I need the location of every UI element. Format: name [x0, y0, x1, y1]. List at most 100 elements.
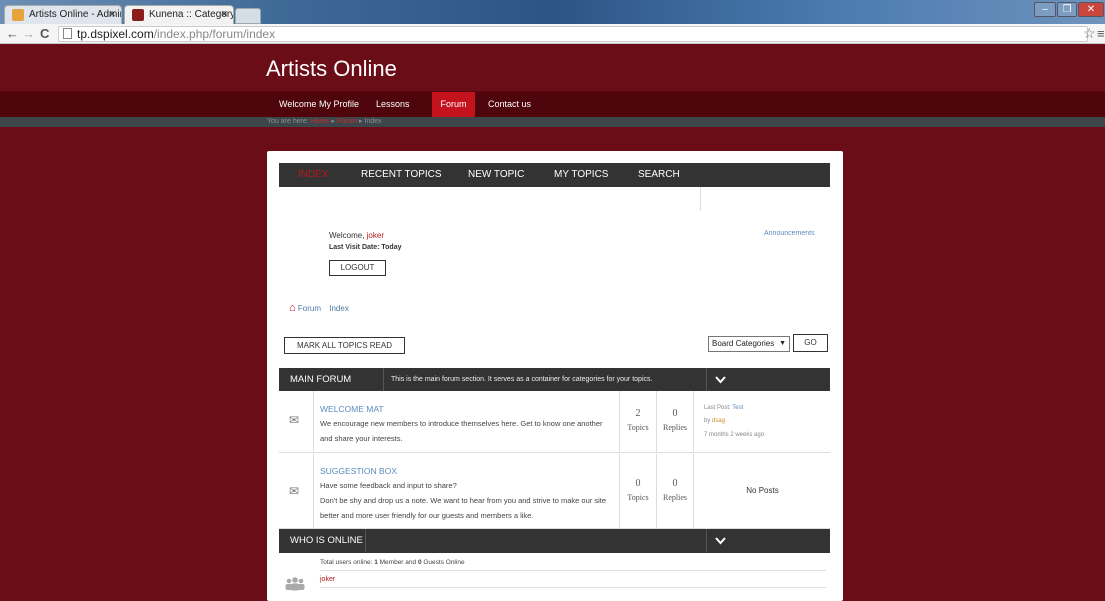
- logout-button[interactable]: LOGOUT: [329, 260, 386, 276]
- forward-arrow-icon[interactable]: →: [22, 26, 35, 41]
- summary-suffix: Guests Online: [421, 559, 465, 566]
- category-description: Have some feedback and input to share? D…: [320, 478, 610, 523]
- last-visit-date: Last Visit Date: Today: [329, 244, 402, 251]
- replies-count-cell: 0 Replies: [656, 391, 693, 452]
- last-post-cell: No Posts: [693, 454, 830, 528]
- topics-count: 2: [635, 408, 641, 419]
- minimize-button[interactable]: –: [1034, 2, 1056, 17]
- page-icon: [63, 28, 72, 39]
- last-post-prefix: Last Post:: [704, 405, 733, 411]
- summary-prefix: Total users online:: [320, 559, 375, 566]
- dropdown-arrow-icon: ▼: [779, 340, 786, 347]
- topics-label: Topics: [627, 493, 649, 502]
- url-path: /index.php/forum/index: [153, 27, 276, 41]
- bookmark-star-icon[interactable]: ☆: [1083, 25, 1096, 42]
- replies-label: Replies: [663, 493, 687, 502]
- nav-lessons[interactable]: Lessons: [368, 92, 418, 117]
- nav-forum[interactable]: Forum: [432, 92, 475, 117]
- browser-tab-admin[interactable]: Artists Online - Administr ✕: [4, 5, 122, 24]
- who-is-online-body: Total users online: 1 Member and 0 Guest…: [279, 553, 830, 594]
- forum-menu: INDEX RECENT TOPICS NEW TOPIC MY TOPICS …: [279, 163, 830, 187]
- url-host: tp.dspixel.com: [77, 27, 154, 41]
- section-title[interactable]: WHO IS ONLINE: [290, 529, 363, 552]
- forum-menu-my-topics[interactable]: MY TOPICS: [554, 163, 608, 187]
- category-title-link[interactable]: WELCOME MAT: [320, 404, 384, 414]
- last-post-cell: Last Post: Test by dsag 7 months 2 weeks…: [693, 391, 830, 452]
- topics-count-cell: 2 Topics: [619, 391, 656, 452]
- nav-contact-us[interactable]: Contact us: [480, 92, 539, 117]
- breadcrumb-separator: ▸: [359, 118, 363, 125]
- username-link[interactable]: joker: [367, 231, 384, 240]
- divider: [320, 587, 826, 588]
- online-user-link[interactable]: joker: [320, 576, 335, 583]
- forum-menu-recent-topics[interactable]: RECENT TOPICS: [361, 163, 442, 187]
- replies-count: 0: [672, 478, 678, 489]
- topics-count-cell: 0 Topics: [619, 454, 656, 528]
- welcome-prefix: Welcome,: [329, 231, 367, 240]
- forum-menu-index[interactable]: INDEX: [298, 163, 329, 187]
- users-icon: [285, 577, 305, 594]
- nav-my-profile[interactable]: My Profile: [311, 92, 367, 117]
- description-line: We encourage new members to introduce th…: [320, 419, 603, 428]
- forum-panel: INDEX RECENT TOPICS NEW TOPIC MY TOPICS …: [267, 151, 843, 601]
- browser-tabbar: Artists Online - Administr ✕ Kunena :: C…: [0, 0, 1105, 24]
- replies-count-cell: 0 Replies: [656, 454, 693, 528]
- section-title[interactable]: MAIN FORUM: [290, 368, 351, 391]
- mark-all-topics-read-button[interactable]: MARK ALL TOPICS READ: [284, 337, 405, 354]
- home-icon[interactable]: ⌂: [289, 302, 296, 314]
- mail-icon: ✉: [289, 413, 300, 427]
- breadcrumb-prefix: You are here:: [267, 118, 309, 125]
- announcements-link[interactable]: Announcements: [764, 230, 815, 237]
- no-posts-text: No Posts: [746, 486, 779, 495]
- close-window-button[interactable]: ✕: [1078, 2, 1104, 17]
- description-line: Have some feedback and input to share?: [320, 481, 457, 490]
- site-breadcrumb-bar: You are here: Home ▸ Forum ▸ Index: [0, 117, 1105, 127]
- breadcrumb-index-link[interactable]: Index: [329, 304, 349, 313]
- section-divider: [365, 529, 366, 552]
- forum-menu-new-topic[interactable]: NEW TOPIC: [468, 163, 524, 187]
- breadcrumb-home-link[interactable]: Home: [311, 118, 330, 125]
- new-tab-button[interactable]: [235, 8, 261, 24]
- forum-menu-search[interactable]: SEARCH: [638, 163, 680, 187]
- by-prefix: by: [704, 418, 713, 424]
- browser-toolbar: ← → C tp.dspixel.com/index.php/forum/ind…: [0, 24, 1105, 44]
- back-arrow-icon[interactable]: ←: [6, 26, 19, 41]
- breadcrumb-forum-link[interactable]: Forum: [337, 118, 357, 125]
- browser-menu-icon[interactable]: ≡: [1097, 26, 1105, 41]
- reload-icon[interactable]: C: [40, 26, 49, 41]
- site-breadcrumb: You are here: Home ▸ Forum ▸ Index: [267, 117, 382, 127]
- section-description: This is the main forum section. It serve…: [383, 368, 652, 391]
- address-bar-input[interactable]: tp.dspixel.com/index.php/forum/index: [58, 26, 1088, 42]
- last-post-line: Last Post: Test: [704, 405, 743, 411]
- author-link[interactable]: dsag: [712, 418, 725, 424]
- category-title-link[interactable]: SUGGESTION BOX: [320, 466, 397, 476]
- last-post-time: 7 months 2 weeks ago: [704, 432, 765, 438]
- welcome-text: Welcome, joker: [329, 231, 384, 240]
- topics-label: Topics: [627, 423, 649, 432]
- menu-divider: [700, 187, 701, 211]
- description-line: better and more user friendly for our gu…: [320, 511, 534, 520]
- breadcrumb-separator: ▸: [331, 118, 335, 125]
- kunena-favicon-icon: [132, 9, 144, 21]
- online-summary: Total users online: 1 Member and 0 Guest…: [320, 559, 465, 566]
- last-post-author-line: by dsag: [704, 418, 725, 424]
- collapse-chevron-icon[interactable]: [706, 368, 830, 391]
- topics-count: 0: [635, 478, 641, 489]
- browser-tab-kunena[interactable]: Kunena :: Category Index ✕: [124, 5, 234, 24]
- close-tab-icon[interactable]: ✕: [220, 9, 228, 20]
- category-row-welcome-mat: ✉ WELCOME MAT We encourage new members t…: [279, 391, 830, 453]
- last-post-link[interactable]: Test: [732, 405, 743, 411]
- replies-label: Replies: [663, 423, 687, 432]
- collapse-chevron-icon[interactable]: [706, 529, 830, 552]
- site-title[interactable]: Artists Online: [266, 56, 397, 82]
- description-line: and share your interests.: [320, 434, 403, 443]
- board-categories-select[interactable]: Board Categories ▼: [708, 336, 790, 352]
- close-tab-icon[interactable]: ✕: [108, 9, 116, 20]
- breadcrumb-forum-link[interactable]: Forum: [298, 304, 321, 313]
- category-icon-cell: ✉: [279, 391, 314, 452]
- summary-mid: Member and: [377, 559, 418, 566]
- board-categories-value: Board Categories: [712, 339, 775, 348]
- restore-button[interactable]: ❐: [1057, 2, 1077, 17]
- replies-count: 0: [672, 408, 678, 419]
- go-button[interactable]: GO: [793, 334, 828, 352]
